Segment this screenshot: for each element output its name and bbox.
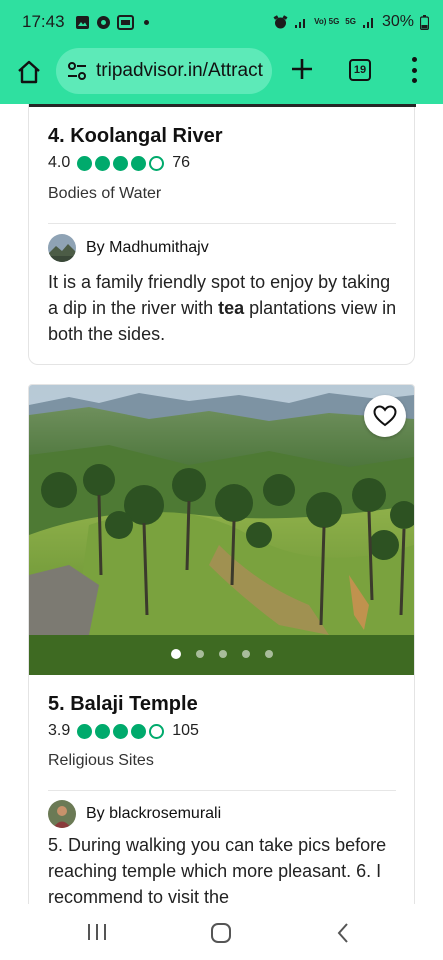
- recent-apps-button[interactable]: [86, 922, 108, 942]
- battery-icon: [420, 14, 429, 30]
- rating-value: 4.0: [48, 154, 71, 171]
- alarm-icon: [273, 14, 288, 30]
- rating-bubble-filled: [95, 723, 111, 739]
- back-icon: [337, 923, 348, 943]
- rating-bubble-filled: [77, 723, 93, 739]
- attraction-category: Bodies of Water: [48, 185, 162, 202]
- reviewer-name[interactable]: blackrosemurali: [109, 805, 221, 822]
- battery-percent: 30%: [381, 13, 414, 30]
- more-notifications-icon: [143, 19, 149, 25]
- gallery-notification-icon: [75, 15, 90, 30]
- browser-toolbar: tripadvisor.in/Attract 19: [0, 44, 443, 104]
- home-icon: [18, 60, 40, 84]
- system-navigation-bar: [0, 904, 443, 960]
- reviewer-prefix: By: [86, 805, 105, 822]
- back-button[interactable]: [336, 922, 350, 944]
- divider: [48, 790, 396, 791]
- url-text[interactable]: tripadvisor.in/Attract: [96, 60, 263, 82]
- status-bar: 17:43 Vo) 5G 5G 30%: [0, 0, 443, 44]
- home-button[interactable]: [14, 57, 44, 87]
- network-type-label: Vo) 5G: [314, 17, 340, 26]
- carousel-dot[interactable]: [195, 650, 204, 658]
- rating-bubble-filled: [113, 155, 129, 171]
- heart-icon: [373, 405, 397, 427]
- attraction-title[interactable]: 4. Koolangal River: [48, 125, 223, 148]
- rating-bubble-filled: [113, 723, 129, 739]
- review-snippet[interactable]: 5. During walking you can take pics befo…: [48, 832, 398, 904]
- save-to-trip-button[interactable]: [364, 395, 406, 437]
- reviewer-row[interactable]: By Madhumithajv: [48, 234, 209, 262]
- address-bar[interactable]: tripadvisor.in/Attract: [56, 48, 272, 94]
- plus-icon: [292, 59, 312, 79]
- recent-apps-icon: [88, 924, 106, 940]
- rating-bubble-filled: [131, 723, 147, 739]
- rating-row: 3.9 105: [48, 722, 199, 740]
- rating-bubble-filled: [131, 155, 147, 171]
- tab-switcher-button[interactable]: 19: [349, 59, 371, 81]
- photo-carousel-dots[interactable]: [29, 649, 414, 659]
- home-nav-button[interactable]: [210, 922, 232, 944]
- rating-bubble-filled: [95, 155, 111, 171]
- page-content[interactable]: 4. Koolangal River 4.0 76 Bodies of Wate…: [0, 104, 443, 904]
- rating-bubbles: [77, 155, 165, 171]
- rating-value: 3.9: [48, 722, 71, 739]
- status-time: 17:43: [22, 12, 65, 31]
- rating-row: 4.0 76: [48, 154, 190, 172]
- rating-bubbles: [77, 723, 165, 739]
- review-count: 105: [172, 722, 199, 739]
- network-badge: 5G: [345, 17, 356, 26]
- attraction-category: Religious Sites: [48, 752, 154, 769]
- app-notification-icon: [96, 15, 111, 30]
- carousel-dot[interactable]: [218, 650, 227, 658]
- avatar[interactable]: [48, 800, 76, 828]
- reviewer-row[interactable]: By blackrosemurali: [48, 800, 221, 828]
- avatar[interactable]: [48, 234, 76, 262]
- attraction-photo[interactable]: [29, 385, 414, 675]
- rating-bubble-filled: [77, 155, 93, 171]
- carousel-dot[interactable]: [241, 650, 250, 658]
- site-settings-icon[interactable]: [66, 60, 88, 82]
- rating-bubble-empty: [149, 155, 165, 171]
- review-count: 76: [172, 154, 191, 171]
- carousel-dot-active[interactable]: [170, 649, 181, 659]
- divider: [48, 223, 396, 224]
- reviewer-prefix: By: [86, 239, 105, 256]
- signal-icon-2: [362, 15, 376, 29]
- review-snippet[interactable]: It is a family friendly spot to enjoy by…: [48, 269, 398, 347]
- attraction-card[interactable]: 5. Balaji Temple 3.9 105 Religious Sites…: [28, 384, 415, 904]
- menu-dot: [411, 78, 417, 83]
- menu-dot: [411, 57, 417, 62]
- overflow-menu-button[interactable]: [407, 57, 421, 83]
- new-tab-button[interactable]: [289, 56, 315, 82]
- attraction-title[interactable]: 5. Balaji Temple: [48, 693, 198, 716]
- home-circle-icon: [211, 923, 231, 943]
- previous-photo-edge: [29, 104, 416, 107]
- menu-dot: [411, 67, 417, 73]
- attraction-card[interactable]: 4. Koolangal River 4.0 76 Bodies of Wate…: [28, 104, 416, 365]
- reviewer-name[interactable]: Madhumithajv: [109, 239, 209, 256]
- carousel-dot[interactable]: [264, 650, 273, 658]
- rating-bubble-empty: [149, 723, 165, 739]
- data-notification-icon: [116, 14, 134, 30]
- signal-icon: [294, 15, 308, 29]
- review-highlight: tea: [218, 298, 245, 318]
